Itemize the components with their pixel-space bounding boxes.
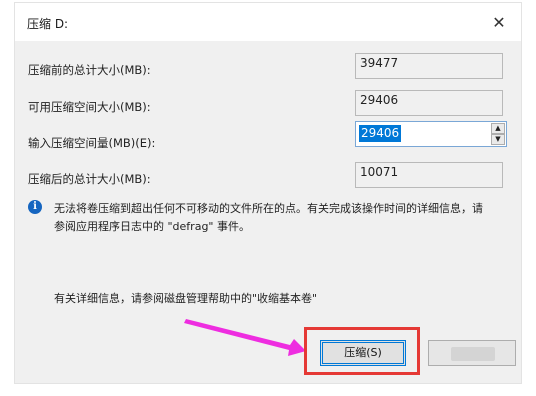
cancel-button[interactable] [428, 340, 516, 366]
blurred-label [451, 347, 495, 361]
annotation-arrow-icon [184, 319, 306, 356]
shrink-button[interactable]: 压缩(S) [320, 340, 406, 366]
